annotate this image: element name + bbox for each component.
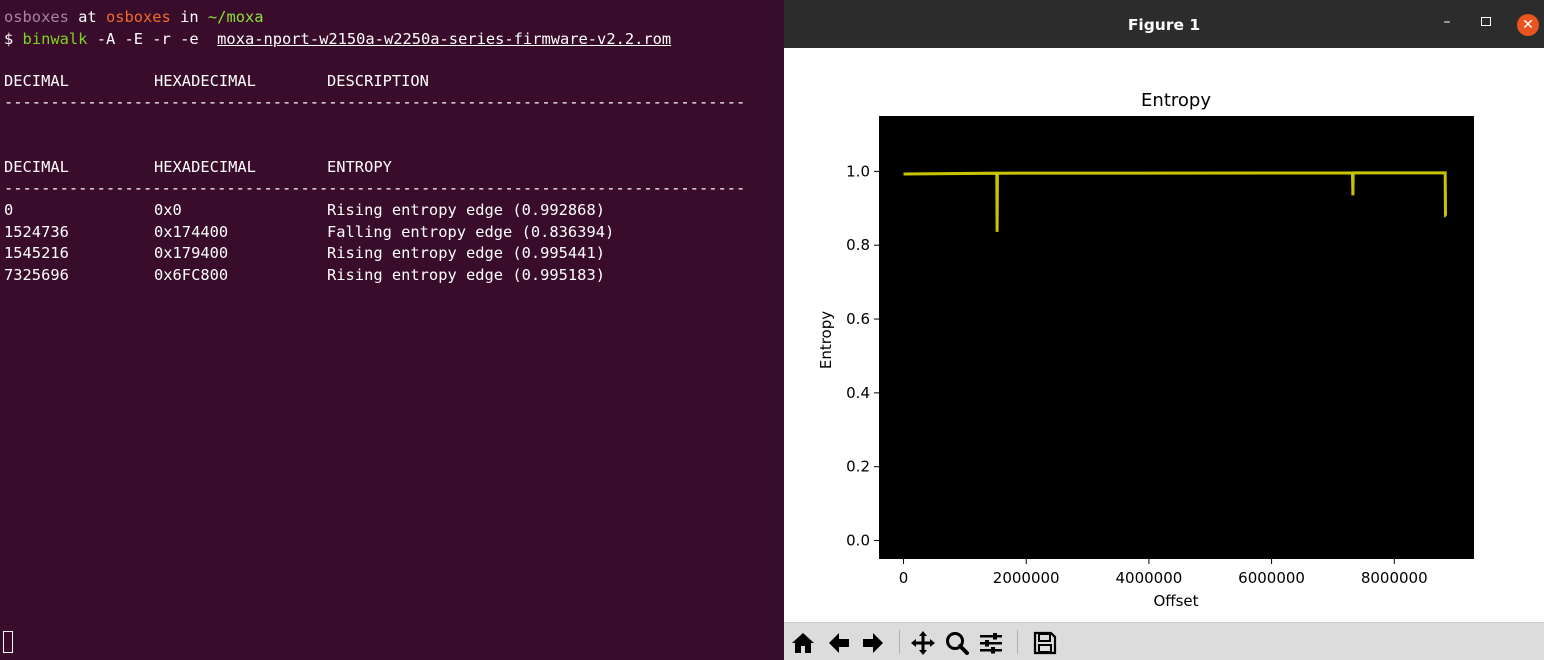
entropy-row-entropy: Rising entropy edge (0.992868) <box>327 201 605 219</box>
y-tick-label: 0.0 <box>846 532 870 550</box>
zoom-icon <box>946 632 969 655</box>
y-tick-label: 0.4 <box>846 384 870 402</box>
y-tick-label: 1.0 <box>846 162 870 180</box>
signature-header-description: DESCRIPTION <box>327 72 429 90</box>
entropy-row-entropy: Rising entropy edge (0.995441) <box>327 244 605 262</box>
plot-axes-background <box>879 116 1474 559</box>
forward-arrow-icon <box>863 633 883 653</box>
prompt-in: in <box>170 8 208 26</box>
figure-window[interactable]: Figure 1 – ✕ Entropy 0.0 0.2 0.4 0.6 0.8 1.0 … <box>784 0 1544 660</box>
x-tick-label: 0 <box>899 569 909 587</box>
entropy-row-entropy: Rising entropy edge (0.995183) <box>327 266 605 284</box>
x-axis-label: Offset <box>1153 592 1198 610</box>
entropy-header-entropy: ENTROPY <box>327 158 392 176</box>
chart-title: Entropy <box>1141 90 1211 111</box>
plot-canvas[interactable]: Entropy 0.0 0.2 0.4 0.6 0.8 1.0 0 2000000 40000… <box>784 48 1544 622</box>
command-file: moxa-nport-w2150a-w2250a-series-firmware… <box>217 30 672 48</box>
x-tick-label: 6000000 <box>1238 569 1305 587</box>
signature-header-hex: HEXADECIMAL <box>154 72 256 90</box>
entropy-header-decimal: DECIMAL <box>4 158 69 176</box>
pan-button[interactable] <box>908 628 938 658</box>
y-tick-label: 0.8 <box>846 236 870 254</box>
minimize-button[interactable]: – <box>1439 14 1455 30</box>
configure-subplots-button[interactable] <box>976 628 1006 658</box>
maximize-button[interactable] <box>1481 17 1491 26</box>
close-button[interactable]: ✕ <box>1517 14 1539 36</box>
command-dollar: $ <box>4 30 23 48</box>
window-titlebar[interactable]: Figure 1 – ✕ <box>784 0 1544 48</box>
toolbar-separator <box>1017 630 1018 654</box>
command-line: $ binwalk -A -E -r -e moxa-nport-w2150a-… <box>4 29 671 50</box>
entropy-row-decimal: 1524736 <box>4 223 69 241</box>
x-tick-label: 2000000 <box>993 569 1060 587</box>
prompt-host: osboxes <box>105 8 171 26</box>
entropy-row-decimal: 1545216 <box>4 244 69 262</box>
shell-prompt: osboxes at osboxes in ~/moxa <box>4 7 264 28</box>
entropy-chart: Entropy 0.0 0.2 0.4 0.6 0.8 1.0 0 2000000 40000… <box>817 90 1474 610</box>
forward-button[interactable] <box>858 628 888 658</box>
plot-toolbar <box>784 622 1544 660</box>
x-tick-label: 4000000 <box>1115 569 1182 587</box>
command-program: binwalk <box>22 30 88 48</box>
entropy-row-hex: 0x174400 <box>154 223 229 241</box>
save-button[interactable] <box>1030 628 1060 658</box>
back-button[interactable] <box>824 628 854 658</box>
y-tick-label: 0.2 <box>846 458 870 476</box>
entropy-divider: ----------------------------------------… <box>4 179 746 197</box>
entropy-row-hex: 0x179400 <box>154 244 229 262</box>
entropy-header-hex: HEXADECIMAL <box>154 158 256 176</box>
prompt-at: at <box>68 8 106 26</box>
save-icon <box>1033 631 1057 655</box>
entropy-row-hex: 0x0 <box>154 201 182 219</box>
y-tick-label: 0.6 <box>846 310 870 328</box>
command-args: -A -E -r -e <box>87 30 218 48</box>
terminal-window[interactable]: osboxes at osboxes in ~/moxa $ binwalk -… <box>0 0 784 660</box>
signature-divider: ----------------------------------------… <box>4 93 746 111</box>
x-tick-label: 8000000 <box>1361 569 1428 587</box>
signature-header-decimal: DECIMAL <box>4 72 69 90</box>
home-icon <box>792 633 814 653</box>
back-arrow-icon <box>829 633 849 653</box>
configure-subplots-icon <box>980 633 1002 654</box>
pan-icon <box>911 631 935 655</box>
entropy-row-hex: 0x6FC800 <box>154 266 229 284</box>
prompt-path: ~/moxa <box>207 8 264 26</box>
entropy-row-entropy: Falling entropy edge (0.836394) <box>327 223 615 241</box>
y-axis-label: Entropy <box>817 311 835 369</box>
zoom-button[interactable] <box>942 628 972 658</box>
home-button[interactable] <box>788 628 818 658</box>
prompt-user: osboxes <box>4 8 69 26</box>
entropy-row-decimal: 0 <box>4 201 14 219</box>
toolbar-separator <box>899 630 900 654</box>
window-title: Figure 1 <box>1127 16 1201 34</box>
x-axis: 0 2000000 4000000 6000000 8000000 <box>899 559 1428 587</box>
terminal-cursor <box>3 631 13 653</box>
entropy-row-decimal: 7325696 <box>4 266 69 284</box>
y-axis: 0.0 0.2 0.4 0.6 0.8 1.0 <box>846 162 879 550</box>
